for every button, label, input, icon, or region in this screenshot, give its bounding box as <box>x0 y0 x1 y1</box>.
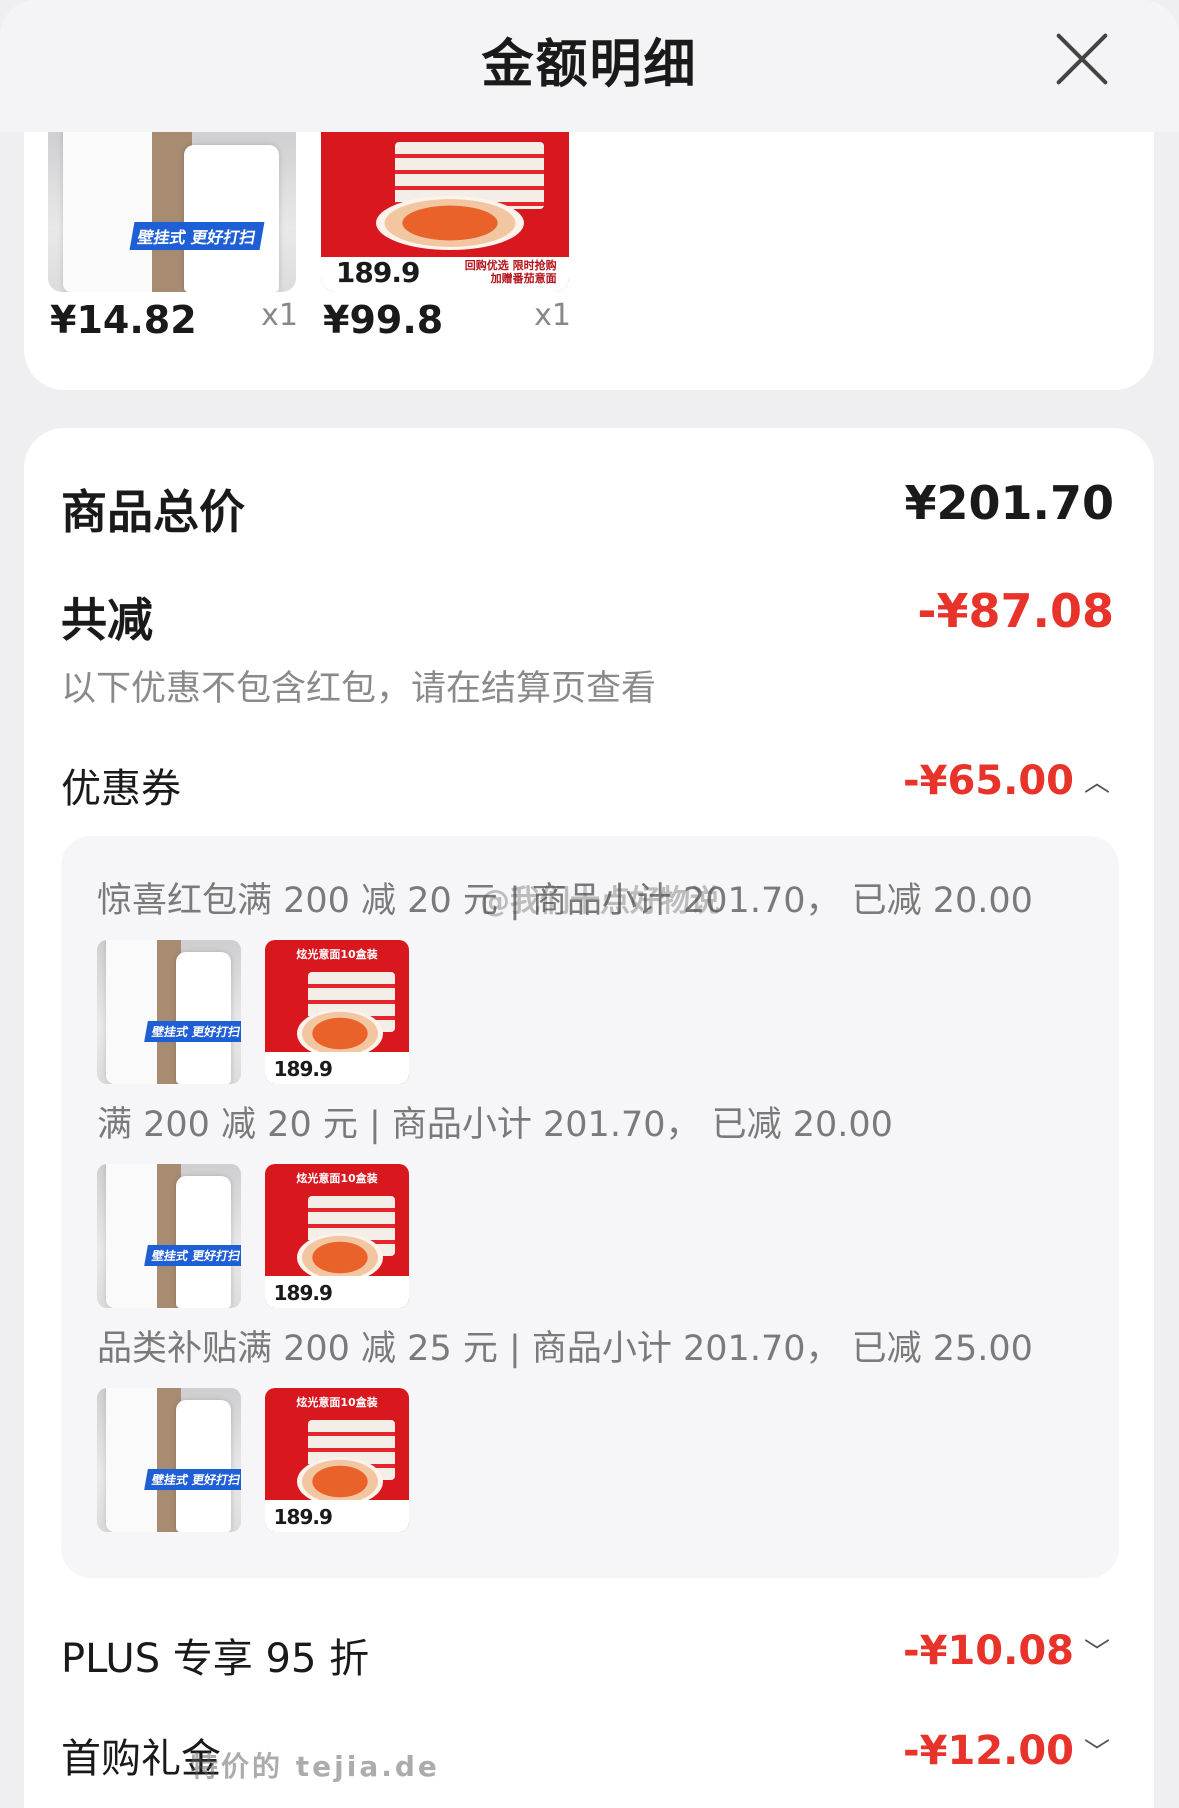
chevron-down-icon[interactable]: ﹀ <box>1084 1632 1110 1669</box>
coupon-product-thumb[interactable]: 壁挂式 更好打扫 <box>97 1388 241 1532</box>
coupon-product-thumb[interactable]: 壁挂式 更好打扫 <box>97 940 241 1084</box>
thumb-tag: 壁挂式 更好打扫 <box>144 1020 241 1042</box>
thumb-title: 炫光意面10盒装 <box>296 1171 378 1185</box>
weibo-watermark: @我们十点好物说 <box>480 884 720 919</box>
product-promo-note: 回购优选 限时抢购 加赠番茄意面 <box>464 259 557 286</box>
chevron-down-icon[interactable]: ﹀ <box>1084 1732 1110 1769</box>
coupon-detail-panel: 惊喜红包满 200 减 20 元 | 商品小计 201.70， 已减 20.00… <box>61 836 1119 1578</box>
coupon-product-thumb[interactable]: 壁挂式 更好打扫 <box>97 1164 241 1308</box>
close-icon[interactable] <box>1053 30 1111 88</box>
thumb-title: 炫光意面10盒装 <box>296 1395 378 1409</box>
coupon-product-thumb[interactable]: 炫光意面10盒装 189.9 <box>265 1164 409 1308</box>
product-card: 壁挂式 更好打扫 ¥14.82 x1 189.9 回购优选 限时抢购 加赠番茄意… <box>24 132 1154 390</box>
thumb-title: 炫光意面10盒装 <box>296 947 378 961</box>
total-label: 商品总价 <box>61 485 245 539</box>
coupon-value[interactable]: -¥65.00 <box>903 758 1074 804</box>
product-item[interactable]: 189.9 回购优选 限时抢购 加赠番茄意面 ¥99.8 x1 <box>321 132 571 342</box>
product-thumbnail[interactable]: 壁挂式 更好打扫 <box>48 132 296 292</box>
product-qty: x1 <box>261 298 298 333</box>
product-price: ¥14.82 <box>50 298 197 342</box>
product-item[interactable]: 壁挂式 更好打扫 ¥14.82 x1 <box>48 132 298 342</box>
total-value: ¥201.70 <box>904 476 1114 530</box>
thumb-tag: 壁挂式 更好打扫 <box>144 1244 241 1266</box>
thumb-tag: 壁挂式 更好打扫 <box>144 1468 241 1490</box>
product-qty: x1 <box>534 298 571 333</box>
coupon-label[interactable]: 优惠券 <box>61 756 181 814</box>
product-price: ¥99.8 <box>323 298 444 342</box>
reduce-hint: 以下优惠不包含红包，请在结算页查看 <box>61 669 657 709</box>
product-promo-price: 189.9 <box>335 255 421 289</box>
product-tag: 壁挂式 更好打扫 <box>129 221 265 250</box>
reduce-value: -¥87.08 <box>917 584 1114 638</box>
chevron-up-icon[interactable]: ︿ <box>1084 762 1110 799</box>
site-watermark: 特价的 tejia.de <box>190 1750 440 1783</box>
sheet-header: 金额明细 <box>0 0 1179 132</box>
thumb-price: 189.9 <box>273 1057 333 1082</box>
amount-detail-card: 商品总价 ¥201.70 共减 -¥87.08 以下优惠不包含红包，请在结算页查… <box>24 428 1154 1808</box>
coupon-product-thumb[interactable]: 炫光意面10盒装 189.9 <box>265 940 409 1084</box>
thumb-price: 189.9 <box>273 1281 333 1306</box>
page-title: 金额明细 <box>481 35 698 95</box>
product-thumbnail[interactable]: 189.9 回购优选 限时抢购 加赠番茄意面 <box>321 132 569 292</box>
reduce-label: 共减 <box>61 593 153 647</box>
plus-label[interactable]: PLUS 专享 95 折 <box>61 1626 369 1684</box>
thumb-price: 189.9 <box>273 1505 333 1530</box>
coupon-product-thumb[interactable]: 炫光意面10盒装 189.9 <box>265 1388 409 1532</box>
coupon-line: 满 200 减 20 元 | 商品小计 201.70， 已减 20.00 <box>97 1105 893 1145</box>
first-buy-value[interactable]: -¥12.00 <box>903 1728 1074 1774</box>
coupon-line: 品类补贴满 200 减 25 元 | 商品小计 201.70， 已减 25.00 <box>97 1329 1033 1369</box>
plus-value[interactable]: -¥10.08 <box>903 1628 1074 1674</box>
